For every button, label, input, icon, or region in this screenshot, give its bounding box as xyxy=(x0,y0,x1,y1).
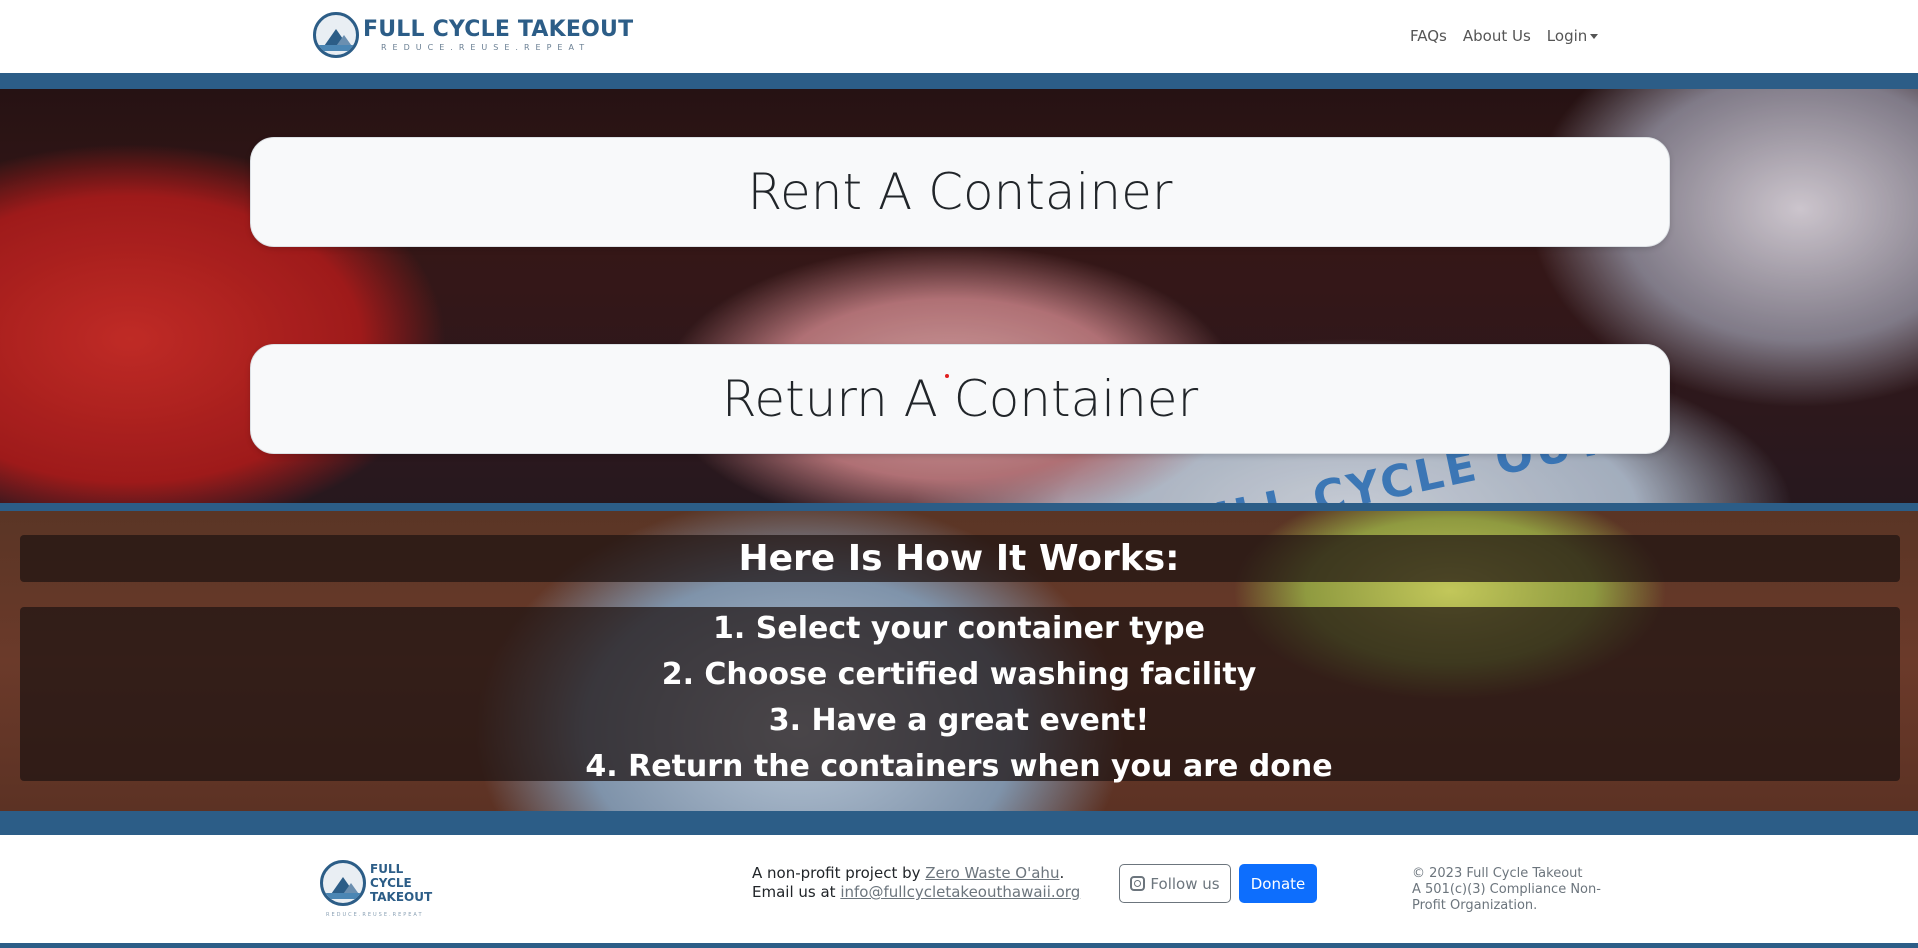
nav-link-about[interactable]: About Us xyxy=(1463,27,1531,45)
how-step: 3. Have a great event! xyxy=(768,703,1150,738)
hero-border-top xyxy=(0,73,1918,89)
section-divider xyxy=(0,503,1918,511)
nav-link-faqs[interactable]: FAQs xyxy=(1410,27,1447,45)
footer-logo[interactable]: FULL CYCLE TAKEOUT REDUCE.REUSE.REPEAT xyxy=(320,860,433,918)
footer-logo-icon xyxy=(320,860,366,906)
follow-us-label: Follow us xyxy=(1150,874,1220,893)
logo-icon xyxy=(313,12,359,58)
footer-about: A non-profit project by Zero Waste O'ahu… xyxy=(752,864,1080,902)
nav-links: FAQs About Us Login xyxy=(1410,27,1599,45)
nav-login-dropdown[interactable]: Login xyxy=(1546,27,1599,45)
caret-down-icon xyxy=(1590,34,1599,39)
return-container-button[interactable]: Return A Container xyxy=(250,344,1670,454)
email-prefix: Email us at xyxy=(752,883,841,901)
zero-waste-link[interactable]: Zero Waste O'ahu xyxy=(925,864,1059,882)
instagram-icon xyxy=(1130,876,1146,891)
rent-container-button[interactable]: Rent A Container xyxy=(250,137,1670,247)
footer-legal: © 2023 Full Cycle Takeout A 501(c)(3) Co… xyxy=(1412,866,1602,914)
footer-bottom-strip xyxy=(0,943,1918,948)
nav-login-label: Login xyxy=(1546,27,1588,45)
donate-button[interactable]: Donate xyxy=(1239,864,1317,903)
footer-logo-line: FULL xyxy=(370,862,404,876)
legal-text: A 501(c)(3) Compliance Non-Profit Organi… xyxy=(1412,882,1601,913)
how-step: 4. Return the containers when you are do… xyxy=(585,749,1333,784)
how-step: 2. Choose certified washing facility xyxy=(661,657,1257,692)
how-steps-list: 1. Select your container type 2. Choose … xyxy=(0,606,1918,790)
footer: FULL CYCLE TAKEOUT REDUCE.REUSE.REPEAT A… xyxy=(0,835,1918,943)
about-prefix: A non-profit project by xyxy=(752,864,926,882)
brand-logo[interactable]: FULL CYCLE TAKEOUT REDUCE.REUSE.REPEAT xyxy=(313,12,633,58)
about-suffix: . xyxy=(1059,864,1065,882)
footer-logo-line: TAKEOUT xyxy=(370,890,433,904)
brand-title: FULL CYCLE TAKEOUT xyxy=(363,17,634,42)
follow-us-button[interactable]: Follow us xyxy=(1119,864,1231,903)
how-it-works-section: Here Is How It Works: 1. Select your con… xyxy=(0,511,1918,811)
footer-logo-tagline: REDUCE.REUSE.REPEAT xyxy=(326,912,424,918)
copyright-text: © 2023 Full Cycle Takeout xyxy=(1412,866,1583,881)
how-it-works-title: Here Is How It Works: xyxy=(738,538,1180,579)
brand-tagline: REDUCE.REUSE.REPEAT xyxy=(381,43,591,52)
navbar: FULL CYCLE TAKEOUT REDUCE.REUSE.REPEAT F… xyxy=(0,0,1918,73)
how-step: 1. Select your container type xyxy=(713,611,1205,646)
email-link[interactable]: info@fullcycletakeouthawaii.org xyxy=(840,883,1080,901)
cursor-dot xyxy=(945,374,949,378)
footer-logo-line: CYCLE xyxy=(370,876,412,890)
footer-border-top xyxy=(0,811,1918,835)
